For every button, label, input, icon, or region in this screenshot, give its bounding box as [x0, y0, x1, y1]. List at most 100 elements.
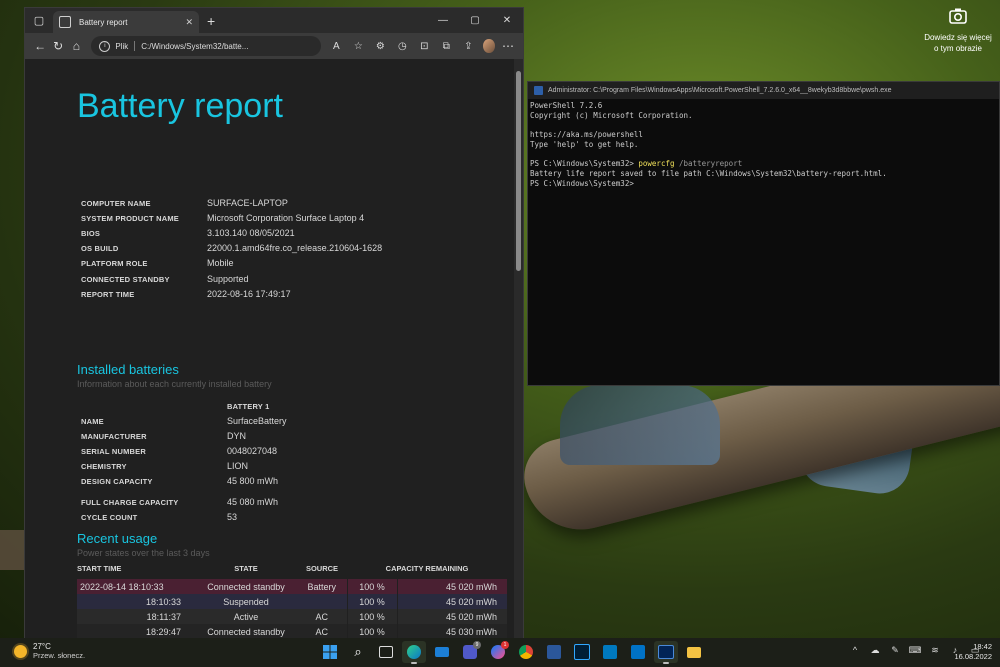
value-full-charge-capacity: 45 080 mWh — [227, 497, 279, 507]
word-icon — [547, 645, 561, 659]
pen-icon[interactable]: ✎ — [885, 645, 905, 656]
word-taskbar-button[interactable] — [542, 641, 566, 663]
read-aloud-icon[interactable]: A — [325, 35, 347, 57]
wifi-icon[interactable]: ≋ — [925, 645, 945, 656]
label-bios: BIOS — [81, 229, 101, 238]
weather-widget[interactable]: 27°C Przew. słonecz. — [14, 642, 85, 660]
minimize-button[interactable]: — — [427, 8, 459, 33]
table-row: 18:11:37 Active AC 100 % 45 020 mWh — [77, 609, 507, 624]
label-design-capacity: DESIGN CAPACITY — [81, 477, 153, 486]
cell-percent: 100 % — [346, 609, 397, 624]
taskbar: 27°C Przew. słonecz. ⌕ 9 1 ^ ☁ ✎ ⌨ ≋ ♪ ▭… — [0, 638, 1000, 667]
profile-avatar[interactable] — [483, 39, 495, 53]
label-report-time: REPORT TIME — [81, 290, 135, 299]
close-window-button[interactable]: ✕ — [491, 8, 523, 33]
cell-mwh: 45 020 mWh — [396, 609, 507, 624]
home-button[interactable]: ⌂ — [67, 35, 85, 57]
onedrive-icon[interactable]: ☁ — [865, 645, 885, 656]
clock[interactable]: 18:42 16.08.2022 — [954, 642, 992, 662]
maximize-button[interactable]: ▢ — [459, 8, 491, 33]
title-bar: ▢ Battery report ✕ + — ▢ ✕ — [25, 8, 523, 33]
header-start-time: START TIME — [77, 564, 122, 573]
recent-usage-subheading: Power states over the last 3 days — [77, 548, 210, 558]
label-system-product-name: SYSTEM PRODUCT NAME — [81, 214, 179, 223]
nav-bar: ← ↻ ⌂ i Plik C:/Windows/System32/batte..… — [25, 33, 523, 59]
teams-taskbar-button[interactable]: 9 — [458, 641, 482, 663]
extensions-icon[interactable]: ⚙ — [369, 35, 391, 57]
terminal-command-line: PS C:\Windows\System32> powercfg /batter… — [530, 159, 999, 169]
table-header-row: START TIME STATE SOURCE CAPACITY REMAINI… — [77, 564, 507, 579]
page-scrollbar[interactable] — [514, 59, 523, 639]
outlook-taskbar-button[interactable] — [626, 641, 650, 663]
table-row: 18:29:47 Connected standby AC 100 % 45 0… — [77, 624, 507, 639]
label-full-charge-capacity: FULL CHARGE CAPACITY — [81, 498, 179, 507]
favorite-icon[interactable]: ☆ — [347, 35, 369, 57]
value-report-time: 2022-08-16 17:49:17 — [207, 289, 291, 299]
report-page: Battery report COMPUTER NAME SURFACE-LAP… — [25, 59, 513, 639]
start-button[interactable] — [318, 641, 342, 663]
tab-actions-icon[interactable]: ▢ — [25, 8, 53, 33]
task-view-button[interactable] — [374, 641, 398, 663]
taskbar-apps: ⌕ 9 1 — [316, 641, 708, 664]
address-url: C:/Windows/System32/batte... — [141, 41, 249, 51]
value-platform-role: Mobile — [207, 258, 234, 268]
search-icon: ⌕ — [354, 644, 362, 659]
trello-taskbar-button[interactable] — [598, 641, 622, 663]
header-capacity-remaining: CAPACITY REMAINING — [385, 564, 469, 573]
messenger-taskbar-button[interactable]: 1 — [486, 641, 510, 663]
spotlight-line-1: Dowiedz się więcej — [924, 33, 992, 42]
more-menu-icon[interactable]: ⋯ — [499, 35, 517, 57]
terminal-output[interactable]: PowerShell 7.2.6 Copyright (c) Microsoft … — [528, 99, 999, 188]
share-icon[interactable]: ⇪ — [457, 35, 479, 57]
collections-icon[interactable]: ⧉ — [435, 35, 457, 57]
back-button[interactable]: ← — [31, 35, 49, 57]
label-manufacturer: MANUFACTURER — [81, 432, 147, 441]
search-button[interactable]: ⌕ — [346, 641, 370, 663]
battery-1-column-header: BATTERY 1 — [227, 402, 270, 411]
cell-state: Active — [195, 609, 297, 624]
label-serial-number: SERIAL NUMBER — [81, 447, 146, 456]
edge-taskbar-button[interactable] — [402, 641, 426, 664]
toolbar-icons: A ☆ ⚙ ◷ ⊡ ⧉ ⇪ — [325, 35, 479, 57]
spotlight-line-2: o tym obrazie — [933, 44, 983, 53]
mail-icon — [435, 647, 449, 657]
cell-state: Connected standby — [195, 624, 297, 639]
screenshot-icon[interactable]: ⊡ — [413, 35, 435, 57]
address-bar[interactable]: i Plik C:/Windows/System32/batte... — [91, 36, 322, 56]
terminal-title: Administrator: C:\Program Files\WindowsA… — [548, 87, 892, 94]
keyboard-icon[interactable]: ⌨ — [905, 645, 925, 656]
photoshop-taskbar-button[interactable] — [570, 641, 594, 663]
window-controls: — ▢ ✕ — [427, 8, 523, 33]
terminal-title-bar[interactable]: Administrator: C:\Program Files\WindowsA… — [528, 82, 999, 99]
value-battery-name: SurfaceBattery — [227, 416, 287, 426]
close-tab-icon[interactable]: ✕ — [185, 17, 193, 28]
value-system-product-name: Microsoft Corporation Surface Laptop 4 — [207, 213, 365, 223]
value-manufacturer: DYN — [227, 431, 247, 441]
new-tab-button[interactable]: + — [207, 13, 215, 29]
terminal-argument: /batteryreport — [674, 159, 743, 169]
scrollbar-thumb[interactable] — [516, 71, 521, 271]
sun-icon — [14, 644, 27, 658]
active-indicator — [663, 662, 669, 664]
chrome-taskbar-button[interactable] — [514, 641, 538, 663]
terminal-line: Battery life report saved to file path C… — [530, 168, 887, 178]
refresh-button[interactable]: ↻ — [49, 35, 67, 57]
explorer-taskbar-button[interactable] — [682, 641, 706, 663]
chevron-up-icon[interactable]: ^ — [845, 645, 865, 656]
info-icon[interactable]: i — [99, 40, 111, 52]
photoshop-icon — [574, 644, 590, 660]
terminal-icon — [658, 645, 674, 659]
table-row: 2022-08-14 18:10:33 Connected standby Ba… — [77, 579, 507, 594]
file-icon — [59, 16, 71, 28]
clock-date: 16.08.2022 — [954, 652, 992, 661]
terminal-taskbar-button[interactable] — [654, 641, 678, 664]
cell-start: 18:29:47 — [77, 624, 195, 639]
value-os-build: 22000.1.amd64fre.co_release.210604-1628 — [207, 243, 383, 253]
tab-battery-report[interactable]: Battery report ✕ — [53, 11, 199, 33]
history-icon[interactable]: ◷ — [391, 35, 413, 57]
spotlight-info[interactable]: Dowiedz się więcej o tym obrazie — [922, 6, 994, 54]
cell-percent: 100 % — [346, 579, 397, 594]
mail-taskbar-button[interactable] — [430, 641, 454, 663]
installed-batteries-subheading: Information about each currently install… — [77, 379, 272, 389]
cell-percent: 100 % — [346, 624, 397, 639]
